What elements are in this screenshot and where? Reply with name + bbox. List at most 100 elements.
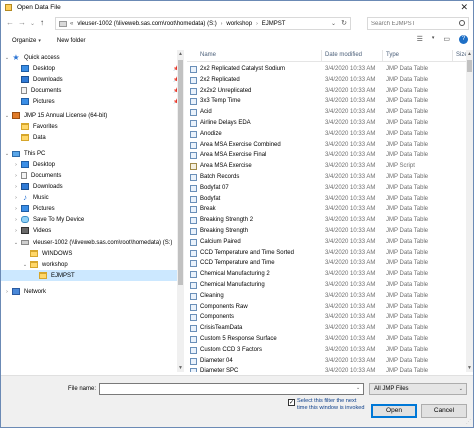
nav-item[interactable]: ⌄ workshop (1, 259, 184, 270)
expand-chevron-icon[interactable]: › (13, 173, 19, 179)
expand-chevron-icon[interactable]: ⌄ (22, 262, 28, 268)
file-name-input[interactable] (99, 383, 364, 395)
search-input[interactable] (368, 20, 456, 27)
file-row[interactable]: Batch Records 3/4/2020 10:33 AM JMP Data T… (187, 172, 465, 183)
expand-chevron-icon[interactable]: ⌄ (13, 240, 19, 246)
file-row[interactable]: Acid 3/4/2020 10:33 AM JMP Data Table (187, 107, 465, 118)
file-row[interactable]: Chemical Manufacturing 3/4/2020 10:33 AM J… (187, 280, 465, 291)
column-header-type[interactable]: Type (386, 52, 399, 58)
file-row[interactable]: Components Raw 3/4/2020 10:33 AM JMP Data … (187, 302, 465, 313)
column-divider[interactable] (382, 50, 383, 62)
expand-chevron-icon[interactable]: › (13, 206, 19, 212)
preview-pane-icon[interactable]: ▭ (443, 35, 450, 44)
scroll-up-icon[interactable]: ▲ (466, 51, 473, 57)
nav-item[interactable]: › Network (1, 286, 184, 297)
forward-arrow-icon[interactable]: → (18, 18, 26, 28)
file-row[interactable]: Cleaning 3/4/2020 10:33 AM JMP Data Table (187, 291, 465, 302)
view-dropdown-icon[interactable]: ▾ (432, 35, 435, 44)
new-folder-button[interactable]: New folder (57, 38, 86, 44)
file-row[interactable]: 2x2 Replicated 3/4/2020 10:33 AM JMP Data … (187, 75, 465, 86)
nav-item[interactable]: Pictures📌 (1, 96, 184, 107)
nav-item[interactable]: ⌄ vleuser-1002 (\\liveweb.sas.com\root\ho… (1, 237, 184, 248)
scroll-up-icon[interactable]: ▲ (177, 51, 184, 57)
nav-item[interactable]: › Pictures (1, 203, 184, 214)
organize-menu[interactable]: Organize ▾ (12, 38, 41, 44)
file-row[interactable]: 3x3 Temp Time 3/4/2020 10:33 AM JMP Data T… (187, 96, 465, 107)
file-row[interactable]: Diameter 04 3/4/2020 10:33 AM JMP Data Tab… (187, 356, 465, 367)
up-arrow-icon[interactable]: ↑ (40, 18, 44, 28)
breadcrumb-ejmpst[interactable]: EJMPST (262, 21, 286, 27)
file-list-scrollbar[interactable]: ▲ ▼ (466, 50, 473, 372)
file-row[interactable]: Airline Delays EDA 3/4/2020 10:33 AM JMP D… (187, 118, 465, 129)
nav-item[interactable]: Favorites (1, 121, 184, 132)
expand-chevron-icon[interactable]: › (13, 184, 19, 190)
close-icon[interactable]: ✕ (460, 2, 468, 13)
expand-chevron-icon[interactable]: › (13, 228, 19, 234)
remember-filter-checkbox[interactable]: ✓ (288, 399, 295, 406)
nav-item[interactable]: Documents📌 (1, 85, 184, 96)
search-icon[interactable] (459, 20, 465, 26)
view-options-icon[interactable]: ☰ (417, 35, 423, 44)
nav-item[interactable]: EJMPST (1, 270, 184, 281)
nav-item[interactable]: › Documents (1, 170, 184, 181)
open-button[interactable]: Open (371, 404, 417, 418)
address-dropdown-chevron-icon[interactable]: ⌄ (331, 20, 336, 27)
file-row[interactable]: Calcium Paired 3/4/2020 10:33 AM JMP Data … (187, 237, 465, 248)
expand-chevron-icon[interactable]: › (13, 162, 19, 168)
expand-chevron-icon[interactable]: › (13, 195, 19, 201)
file-row[interactable]: Area MSA Exercise Combined 3/4/2020 10:33… (187, 140, 465, 151)
back-arrow-icon[interactable]: ← (6, 18, 14, 28)
file-row[interactable]: Bodyfat 07 3/4/2020 10:33 AM JMP Data Tabl… (187, 183, 465, 194)
expand-chevron-icon[interactable]: › (13, 217, 19, 223)
scroll-down-icon[interactable]: ▼ (177, 365, 184, 371)
file-row[interactable]: CCD Temperature and Time 3/4/2020 10:33 A… (187, 258, 465, 269)
file-row[interactable]: Diameter SPC 3/4/2020 10:33 AM JMP Data Ta… (187, 366, 465, 372)
scroll-down-icon[interactable]: ▼ (466, 365, 473, 371)
nav-item[interactable]: › ♪ Music (1, 192, 184, 203)
recent-locations-chevron-icon[interactable]: ⌄ (30, 19, 35, 29)
nav-item[interactable]: WINDOWS (1, 248, 184, 259)
nav-scrollbar[interactable]: ▲ ▼ (177, 50, 184, 372)
resize-grip-icon[interactable]: ⋰ (466, 419, 471, 425)
address-bar[interactable]: « vleuser-1002 (\\liveweb.sas.com\root\h… (55, 17, 351, 30)
file-row[interactable]: Components 3/4/2020 10:33 AM JMP Data Tabl… (187, 312, 465, 323)
nav-item[interactable]: ⌄ This PC (1, 148, 184, 159)
file-type-filter-select[interactable]: All JMP Files ⌄ (369, 383, 467, 395)
file-row[interactable]: Chemical Manufacturing 2 3/4/2020 10:33 A… (187, 269, 465, 280)
file-row[interactable]: Breaking Strength 2 3/4/2020 10:33 AM JMP … (187, 215, 465, 226)
file-row[interactable]: Custom 5 Response Surface 3/4/2020 10:33 … (187, 334, 465, 345)
cancel-button[interactable]: Cancel (421, 404, 467, 418)
file-row[interactable]: Break 3/4/2020 10:33 AM JMP Data Table (187, 204, 465, 215)
breadcrumb-drive[interactable]: vleuser-1002 (\\liveweb.sas.com\root\hom… (77, 21, 216, 27)
nav-item[interactable]: Desktop📌 (1, 63, 184, 74)
file-row[interactable]: 2x2 Replicated Catalyst Sodium 3/4/2020 1… (187, 64, 465, 75)
nav-item[interactable]: › Videos (1, 225, 184, 236)
file-row[interactable]: Area MSA Exercise 3/4/2020 10:33 AM JMP Sc… (187, 161, 465, 172)
breadcrumb-workshop[interactable]: workshop (226, 21, 252, 27)
nav-item[interactable]: ⌄ ★ Quick access (1, 52, 184, 63)
column-divider[interactable] (452, 50, 453, 62)
expand-chevron-icon[interactable]: › (4, 289, 10, 295)
file-row[interactable]: 2x2x2 Unreplicated 3/4/2020 10:33 AM JMP D… (187, 86, 465, 97)
nav-item[interactable]: › Save To My Device (1, 214, 184, 225)
file-row[interactable]: Breaking Strength 3/4/2020 10:33 AM JMP Da… (187, 226, 465, 237)
column-header-date-modified[interactable]: Date modified (325, 52, 362, 58)
breadcrumb-overflow[interactable]: « (70, 21, 73, 27)
refresh-icon[interactable]: ↻ (341, 19, 347, 27)
expand-chevron-icon[interactable]: ⌄ (4, 151, 10, 157)
file-row[interactable]: CrisisTeamData 3/4/2020 10:33 AM JMP Data … (187, 323, 465, 334)
file-name-dropdown-icon[interactable]: ⌄ (356, 385, 360, 391)
remember-filter-label[interactable]: Select this filter the next time this wi… (297, 398, 367, 412)
nav-item[interactable]: ⌄ JMP 15 Annual License (64-bit) (1, 110, 184, 121)
column-divider[interactable] (321, 50, 322, 62)
search-box[interactable] (367, 17, 469, 30)
nav-item[interactable]: › Desktop (1, 159, 184, 170)
expand-chevron-icon[interactable]: ⌄ (4, 55, 10, 61)
file-list-scrollbar-thumb[interactable] (467, 60, 472, 72)
file-row[interactable]: Bodyfat 3/4/2020 10:33 AM JMP Data Table (187, 194, 465, 205)
file-row[interactable]: Custom CCD 3 Factors 3/4/2020 10:33 AM JMP… (187, 345, 465, 356)
help-icon[interactable]: ? (459, 35, 468, 44)
expand-chevron-icon[interactable]: ⌄ (4, 113, 10, 119)
nav-item[interactable]: Data (1, 132, 184, 143)
nav-item[interactable]: › Downloads (1, 181, 184, 192)
